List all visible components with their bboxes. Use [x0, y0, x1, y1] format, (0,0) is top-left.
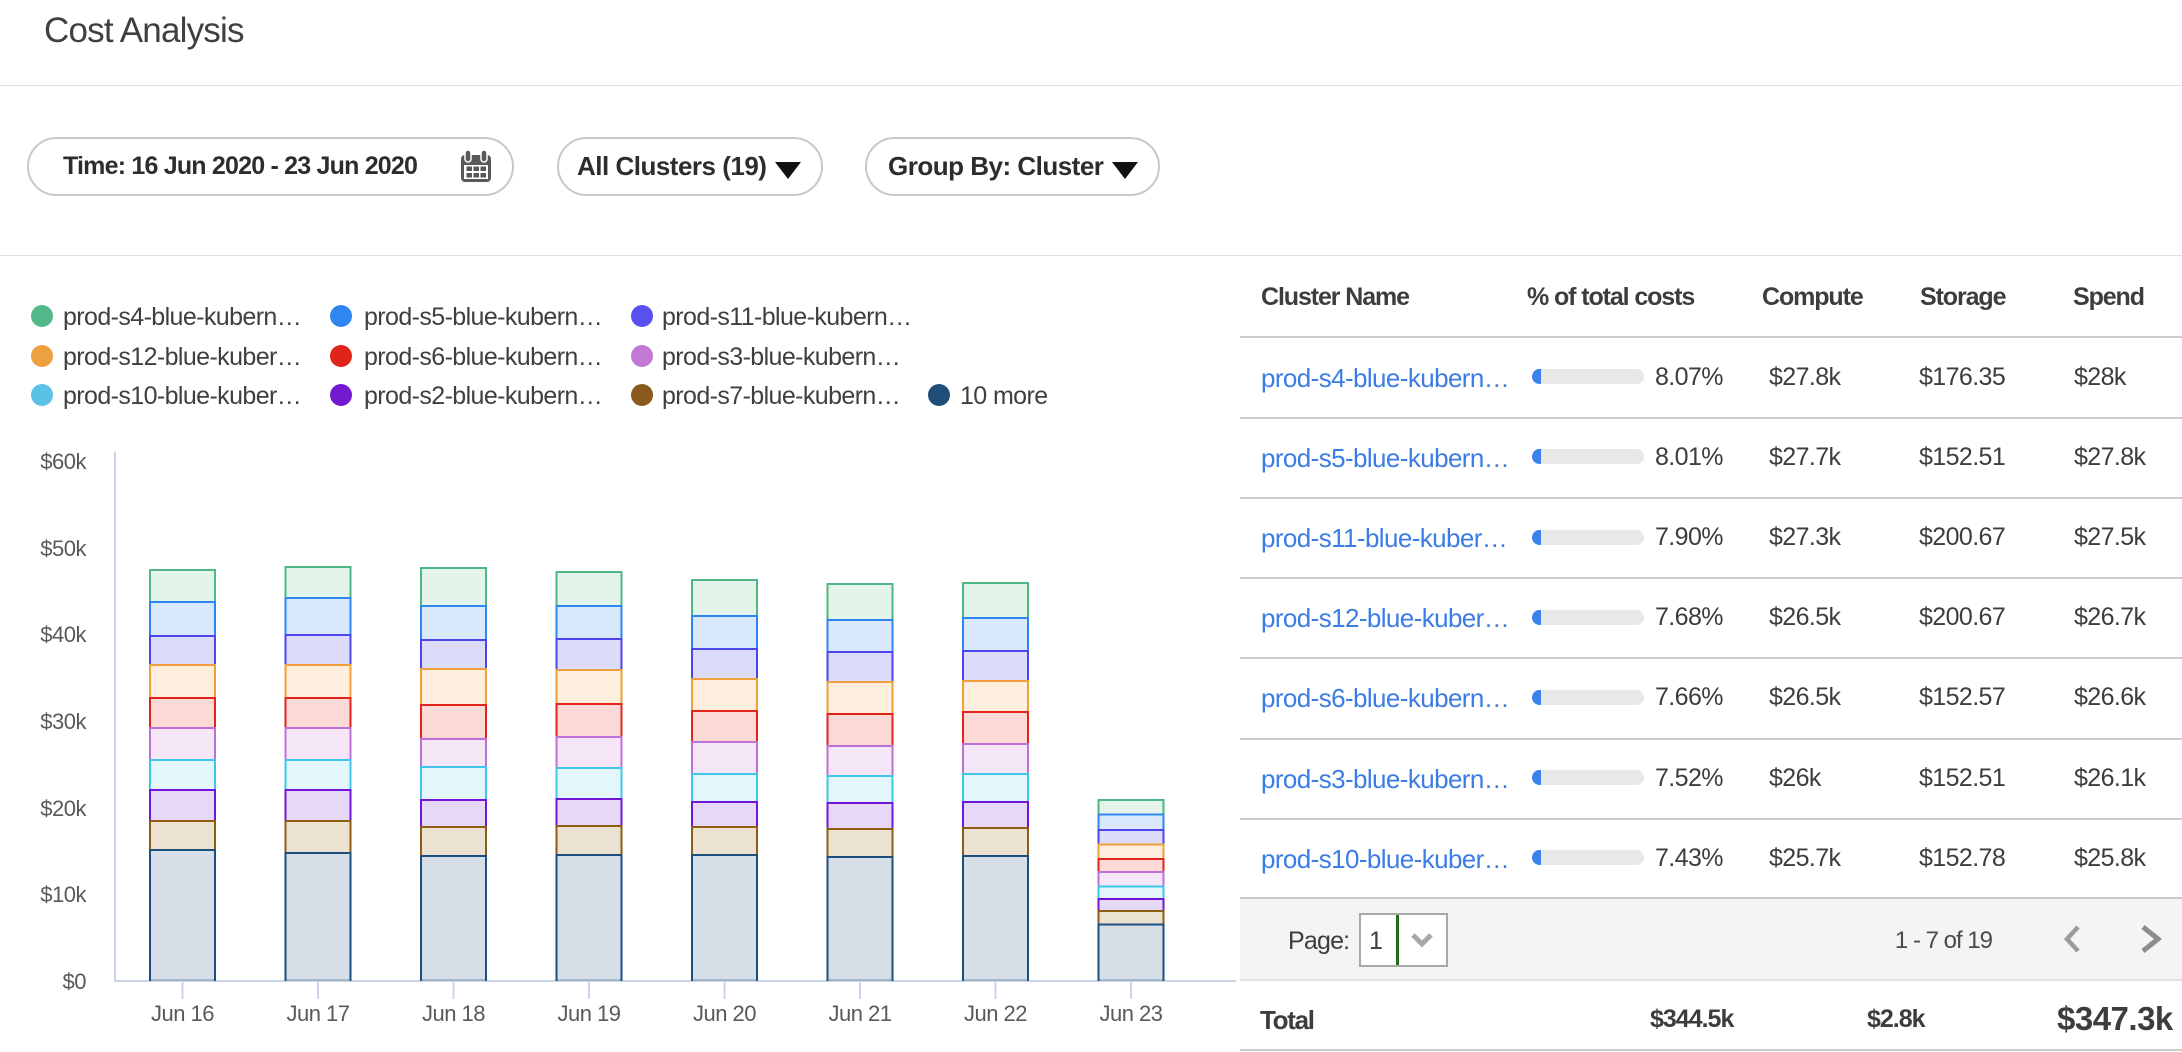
- svg-text:$60k: $60k: [40, 449, 87, 474]
- svg-text:Jun 20: Jun 20: [693, 1001, 756, 1026]
- svg-text:Jun 17: Jun 17: [286, 1001, 349, 1026]
- svg-text:Jun 19: Jun 19: [557, 1001, 620, 1026]
- svg-text:Jun 21: Jun 21: [828, 1001, 891, 1026]
- svg-text:$30k: $30k: [40, 709, 87, 734]
- svg-text:$20k: $20k: [40, 796, 87, 821]
- svg-text:$40k: $40k: [40, 622, 87, 647]
- svg-text:Jun 18: Jun 18: [422, 1001, 485, 1026]
- svg-text:Jun 16: Jun 16: [151, 1001, 214, 1026]
- svg-text:Jun 23: Jun 23: [1099, 1001, 1162, 1026]
- svg-text:$10k: $10k: [40, 882, 87, 907]
- svg-text:$0: $0: [63, 969, 87, 994]
- svg-text:Jun 22: Jun 22: [964, 1001, 1027, 1026]
- svg-text:$50k: $50k: [40, 536, 87, 561]
